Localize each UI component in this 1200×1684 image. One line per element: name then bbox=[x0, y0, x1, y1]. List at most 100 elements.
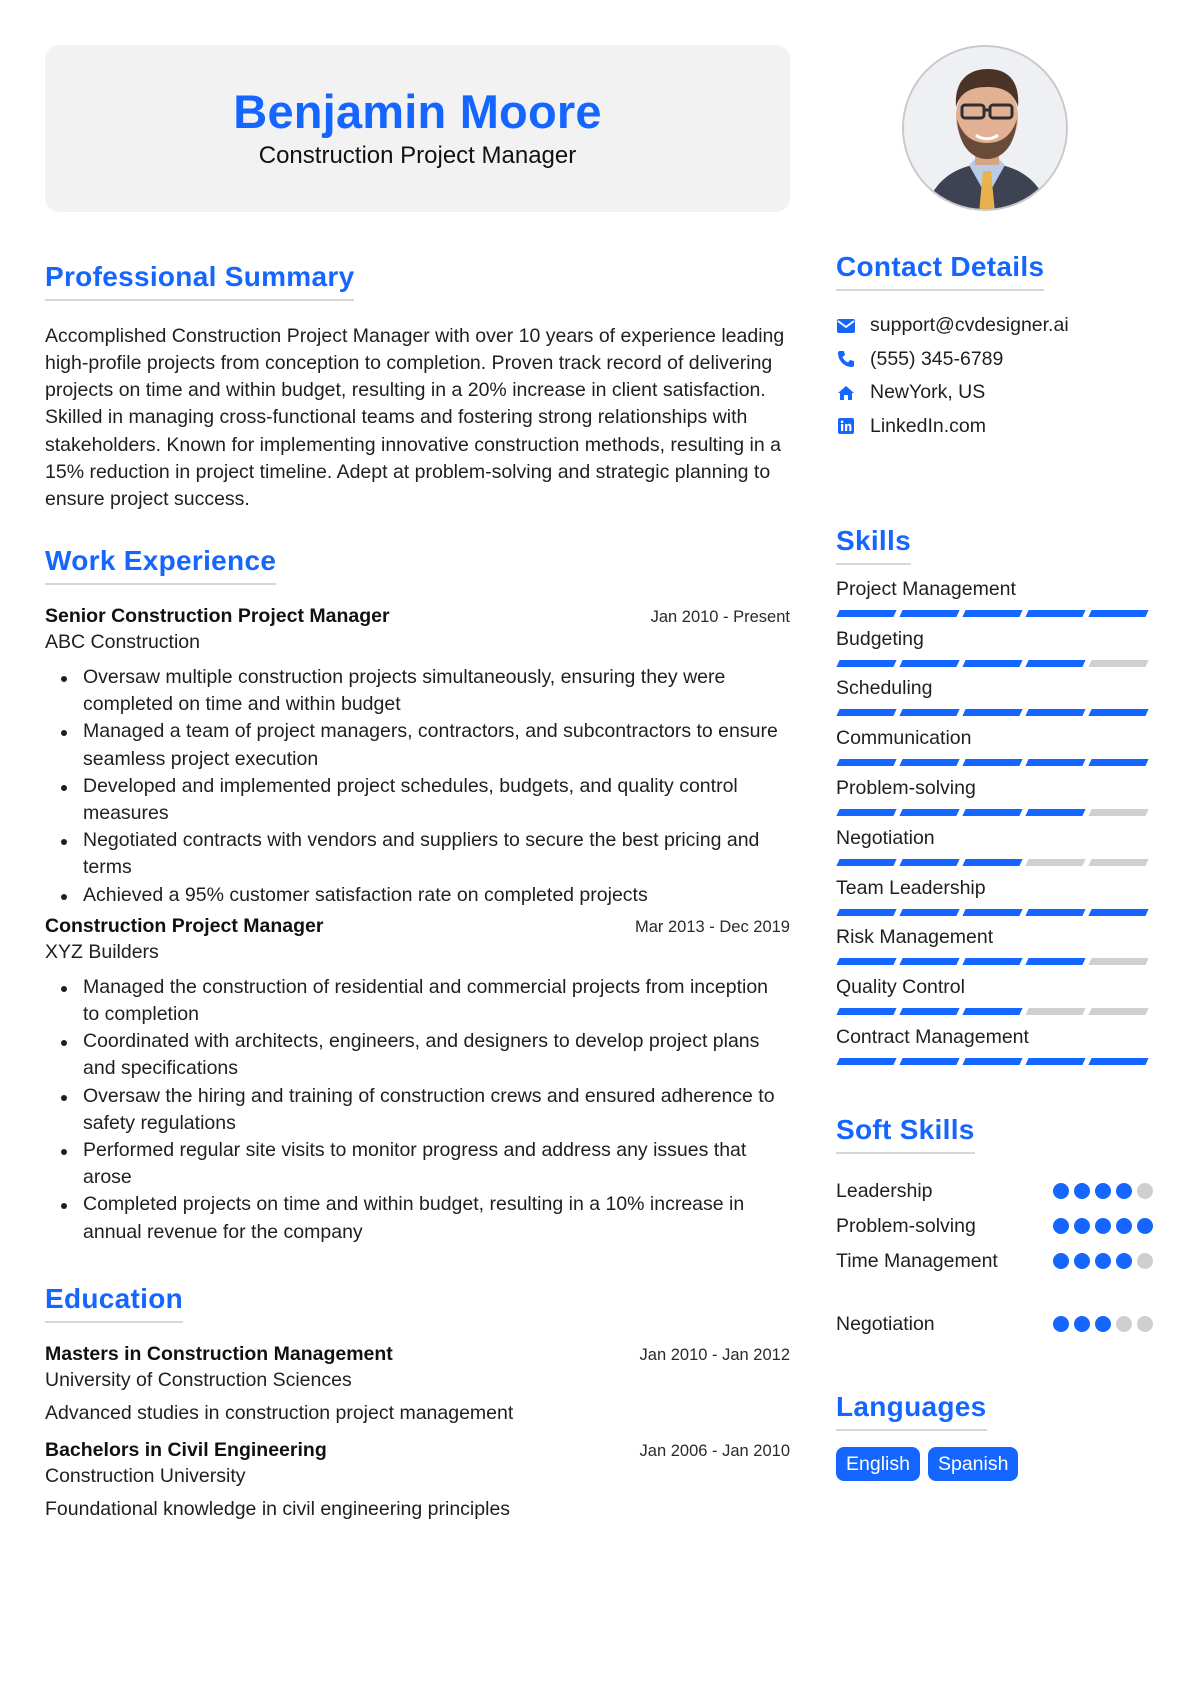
contact-phone-text: (555) 345-6789 bbox=[870, 347, 1004, 370]
skill-segment-filled bbox=[1088, 908, 1149, 916]
rating-dot-empty-icon bbox=[1137, 1183, 1153, 1200]
language-badge: Spanish bbox=[927, 1446, 1019, 1481]
job-bullet: Negotiated contracts with vendors and su… bbox=[45, 827, 790, 881]
candidate-name: Benjamin Moore bbox=[233, 84, 602, 138]
skill-name: Quality Control bbox=[836, 976, 965, 999]
contact-location-text: NewYork, US bbox=[870, 381, 986, 404]
education-entry: Masters in Construction Management Jan 2… bbox=[45, 1343, 790, 1425]
job-entry: Construction Project Manager Mar 2013 - … bbox=[45, 915, 790, 1246]
skill-segment-empty bbox=[1088, 808, 1149, 816]
skill-segment-filled bbox=[836, 659, 897, 667]
soft-skills-heading: Soft Skills bbox=[836, 1114, 975, 1154]
bullet-icon bbox=[61, 1203, 67, 1210]
skill-segment-filled bbox=[962, 709, 1023, 717]
rating-dot-filled-icon bbox=[1137, 1218, 1153, 1235]
skill-segment-empty bbox=[1088, 958, 1149, 966]
contact-location: NewYork, US bbox=[836, 376, 1153, 410]
education-description: Foundational knowledge in civil engineer… bbox=[45, 1497, 511, 1520]
envelope-icon bbox=[836, 316, 856, 336]
skill-segment-filled bbox=[962, 609, 1023, 617]
skill-segment-filled bbox=[899, 1057, 960, 1065]
rating-dot-filled-icon bbox=[1074, 1253, 1090, 1270]
skill-segment-filled bbox=[836, 709, 897, 717]
bullet-text: Developed and implemented project schedu… bbox=[83, 774, 738, 825]
skill-segment-filled bbox=[1088, 609, 1149, 617]
bullet-icon bbox=[61, 784, 67, 791]
skill-segment-filled bbox=[899, 609, 960, 617]
skill-level-bar bbox=[836, 858, 1153, 866]
contact-email[interactable]: support@cvdesigner.ai bbox=[836, 309, 1153, 343]
skill-segment-filled bbox=[836, 958, 897, 966]
bullet-text: Oversaw the hiring and training of const… bbox=[83, 1084, 775, 1134]
job-title: Senior Construction Project Manager bbox=[45, 605, 390, 628]
contact-linkedin[interactable]: LinkedIn.com bbox=[836, 409, 1153, 443]
skill-segment-filled bbox=[899, 709, 960, 717]
rating-dot-filled-icon bbox=[1095, 1253, 1111, 1270]
soft-skill-name: Leadership bbox=[836, 1179, 933, 1202]
linkedin-icon bbox=[836, 416, 856, 436]
job-dates: Mar 2013 - Dec 2019 bbox=[634, 917, 790, 936]
job-bullet: Achieved a 95% customer satisfaction rat… bbox=[45, 882, 790, 909]
skill-list: Project Management Budgeting Scheduling Com… bbox=[836, 577, 1153, 1075]
skill-segment-filled bbox=[899, 659, 960, 667]
phone-icon bbox=[836, 349, 856, 369]
bullet-icon bbox=[61, 730, 67, 737]
degree-title: Masters in Construction Management bbox=[45, 1342, 393, 1365]
soft-skill-item: Leadership bbox=[836, 1174, 1153, 1209]
soft-skill-rating bbox=[1048, 1316, 1153, 1333]
skill-level-bar bbox=[836, 659, 1153, 667]
skill-segment-filled bbox=[836, 759, 897, 767]
skill-level-bar bbox=[836, 759, 1153, 767]
soft-skill-list: Leadership Problem-solving Time Management… bbox=[836, 1174, 1153, 1342]
languages-section: Languages English Spanish bbox=[836, 1391, 1153, 1481]
skill-segment-filled bbox=[836, 808, 897, 816]
main-column: Benjamin Moore Construction Project Mana… bbox=[45, 45, 790, 1521]
skill-segment-filled bbox=[1025, 709, 1086, 717]
skill-item: Communication bbox=[836, 726, 1153, 776]
skill-level-bar bbox=[836, 958, 1153, 966]
skill-segment-filled bbox=[962, 1057, 1023, 1065]
bullet-icon bbox=[61, 839, 67, 846]
summary-section: Professional Summary Accomplished Constr… bbox=[45, 261, 790, 513]
bullet-text: Completed projects on time and within bu… bbox=[83, 1193, 745, 1243]
skill-name: Negotiation bbox=[836, 826, 935, 849]
work-experience-heading: Work Experience bbox=[45, 545, 277, 586]
contact-section: Contact Details support@cvdesigner.ai (5… bbox=[836, 251, 1153, 443]
skill-name: Problem-solving bbox=[836, 776, 976, 799]
skill-segment-filled bbox=[1025, 609, 1086, 617]
skill-segment-filled bbox=[899, 908, 960, 916]
job-company: XYZ Builders bbox=[45, 940, 159, 963]
rating-dot-filled-icon bbox=[1095, 1316, 1111, 1333]
skill-segment-empty bbox=[1088, 659, 1149, 667]
bullet-icon bbox=[61, 1040, 67, 1047]
skill-segment-filled bbox=[899, 1008, 960, 1016]
contact-phone[interactable]: (555) 345-6789 bbox=[836, 342, 1153, 376]
skill-level-bar bbox=[836, 1008, 1153, 1016]
rating-dot-filled-icon bbox=[1053, 1253, 1069, 1270]
skill-segment-filled bbox=[899, 808, 960, 816]
skill-segment-filled bbox=[1025, 1057, 1086, 1065]
skill-segment-filled bbox=[1025, 908, 1086, 916]
summary-text: Accomplished Construction Project Manage… bbox=[45, 324, 785, 511]
skill-level-bar bbox=[836, 1057, 1153, 1065]
header-banner: Benjamin Moore Construction Project Mana… bbox=[45, 45, 790, 212]
education-description: Advanced studies in construction project… bbox=[45, 1401, 514, 1424]
bullet-text: Managed a team of project managers, cont… bbox=[83, 720, 778, 770]
rating-dot-filled-icon bbox=[1074, 1183, 1090, 1200]
soft-skill-item: Problem-solving bbox=[836, 1209, 1153, 1244]
rating-dot-empty-icon bbox=[1116, 1316, 1132, 1333]
rating-dot-empty-icon bbox=[1137, 1253, 1153, 1270]
skill-segment-filled bbox=[836, 609, 897, 617]
degree-title: Bachelors in Civil Engineering bbox=[45, 1438, 327, 1461]
contact-linkedin-text: LinkedIn.com bbox=[870, 414, 986, 437]
job-bullet: Performed regular site visits to monitor… bbox=[45, 1137, 790, 1191]
profile-photo bbox=[902, 45, 1068, 211]
person-avatar-icon bbox=[904, 47, 1066, 209]
skill-segment-filled bbox=[1088, 759, 1149, 767]
skill-segment-filled bbox=[899, 958, 960, 966]
skill-name: Risk Management bbox=[836, 926, 994, 949]
soft-skill-rating bbox=[1048, 1253, 1153, 1270]
skill-segment-filled bbox=[1088, 1057, 1149, 1065]
bullet-text: Oversaw multiple construction projects s… bbox=[83, 666, 726, 716]
skill-item: Scheduling bbox=[836, 676, 1153, 726]
